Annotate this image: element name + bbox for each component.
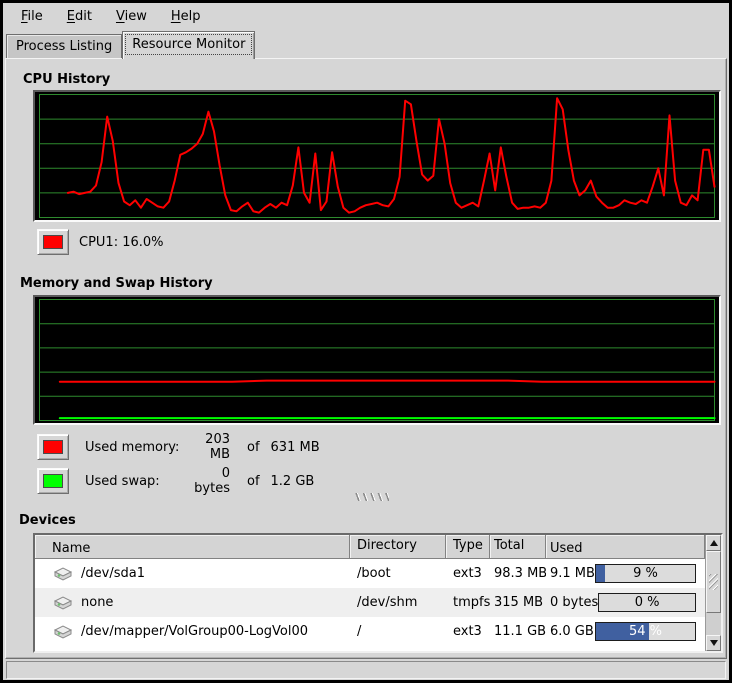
menu-view[interactable]: View <box>106 6 157 27</box>
cpu-legend-label: CPU1: 16.0% <box>79 235 164 250</box>
cpu-history-graph <box>33 90 721 222</box>
device-total: 98.3 MB <box>490 566 546 581</box>
vertical-scrollbar[interactable] <box>705 535 721 651</box>
device-row[interactable]: /dev/mapper/VolGroup00-LogVol00/ext311.1… <box>35 617 705 646</box>
swap-of-word: of <box>247 474 260 489</box>
column-header-name[interactable]: Name <box>35 535 350 559</box>
menu-help[interactable]: Help <box>161 6 211 27</box>
swap-used-value: 0 bytes <box>182 466 230 496</box>
swap-legend-label: Used swap: <box>85 474 182 489</box>
cpu-color-swatch-button[interactable] <box>37 229 69 255</box>
arrow-down-icon <box>710 640 718 646</box>
device-type: tmpfs <box>446 595 490 610</box>
scrollbar-trough[interactable] <box>706 613 721 635</box>
device-type: ext3 <box>446 566 490 581</box>
swap-color-swatch <box>43 474 63 488</box>
cpu-history-chart <box>35 92 719 220</box>
arrow-up-icon <box>710 540 718 546</box>
usage-percent-label: 9 % <box>596 565 695 582</box>
usage-progress-bar: 9 % <box>595 564 696 583</box>
cpu-color-swatch <box>43 235 63 249</box>
cpu-legend: CPU1: 16.0% <box>37 229 164 255</box>
memory-total-value: 631 MB <box>271 440 320 455</box>
swap-legend-row: Used swap: 0 bytes of 1.2 GB <box>37 466 314 496</box>
memory-history-graph <box>33 295 721 425</box>
memory-color-swatch-button[interactable] <box>37 434 69 460</box>
scrollbar-thumb[interactable] <box>706 551 721 613</box>
tab-process-listing[interactable]: Process Listing <box>6 34 122 58</box>
device-directory: / <box>350 624 446 639</box>
device-used: 9.1 MB9 % <box>546 564 705 583</box>
menu-file[interactable]: File <box>11 6 53 27</box>
column-header-total[interactable]: Total <box>490 535 546 559</box>
disk-icon <box>52 595 74 611</box>
device-name: /dev/mapper/VolGroup00-LogVol00 <box>35 624 350 640</box>
memory-of-word: of <box>247 440 260 455</box>
tab-bar: Process Listing Resource Monitor <box>3 30 729 58</box>
column-header-type[interactable]: Type <box>446 535 490 559</box>
devices-table-header: NameDirectoryTypeTotalUsed <box>35 535 705 559</box>
swap-total-value: 1.2 GB <box>271 474 315 489</box>
device-total: 315 MB <box>490 595 546 610</box>
device-row[interactable]: none/dev/shmtmpfs315 MB0 bytes0 % <box>35 588 705 617</box>
tab-label: Resource Monitor <box>125 34 252 55</box>
device-directory: /dev/shm <box>350 595 446 610</box>
usage-progress-bar: 54 % <box>595 622 696 641</box>
device-name: /dev/sda1 <box>35 566 350 582</box>
memory-color-swatch <box>43 440 63 454</box>
tab-label: Process Listing <box>7 35 121 58</box>
cpu-history-title: CPU History <box>23 72 110 87</box>
devices-table-body: /dev/sda1/bootext398.3 MB9.1 MB9 %none/d… <box>35 559 705 646</box>
disk-icon <box>52 624 74 640</box>
memory-used-value: 203 MB <box>182 432 230 462</box>
device-used: 6.0 GB54 % <box>546 622 705 641</box>
devices-table: NameDirectoryTypeTotalUsed /dev/sda1/boo… <box>35 535 705 651</box>
memory-legend-row: Used memory: 203 MB of 631 MB <box>37 432 320 462</box>
pane-resize-grip[interactable] <box>355 493 389 501</box>
device-type: ext3 <box>446 624 490 639</box>
tab-resource-monitor[interactable]: Resource Monitor <box>122 31 255 59</box>
system-monitor-window: FileEditViewHelp Process Listing Resourc… <box>0 0 732 683</box>
menubar: FileEditViewHelp <box>3 3 729 30</box>
menu-edit[interactable]: Edit <box>57 6 102 27</box>
column-header-directory[interactable]: Directory <box>350 535 446 559</box>
devices-table-frame: NameDirectoryTypeTotalUsed /dev/sda1/boo… <box>33 533 723 653</box>
usage-percent-label: 0 % <box>599 594 695 611</box>
usage-progress-bar: 0 % <box>598 593 696 612</box>
memory-history-title: Memory and Swap History <box>20 276 213 291</box>
disk-icon <box>52 566 74 582</box>
scrollbar-grip-icon <box>709 574 718 590</box>
swap-color-swatch-button[interactable] <box>37 468 69 494</box>
column-header-used[interactable]: Used <box>546 535 705 559</box>
device-used: 0 bytes0 % <box>546 593 705 612</box>
device-name: none <box>35 595 350 611</box>
memory-legend-label: Used memory: <box>85 440 182 455</box>
scroll-up-button[interactable] <box>706 535 721 551</box>
statusbar <box>6 661 726 679</box>
device-row[interactable]: /dev/sda1/bootext398.3 MB9.1 MB9 % <box>35 559 705 588</box>
memory-history-chart <box>35 297 719 423</box>
device-directory: /boot <box>350 566 446 581</box>
device-total: 11.1 GB <box>490 624 546 639</box>
usage-percent-label: 54 % <box>596 623 695 640</box>
devices-title: Devices <box>19 513 76 528</box>
resource-monitor-page: CPU History CPU1: 16.0% Memory and Swap … <box>5 58 727 659</box>
scroll-down-button[interactable] <box>706 635 721 651</box>
